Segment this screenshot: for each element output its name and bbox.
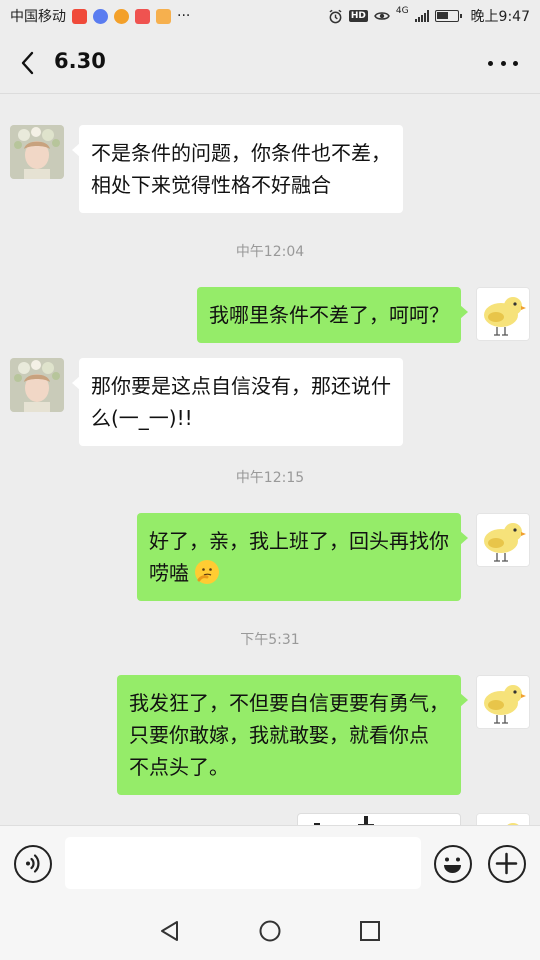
message-timestamp: 下午5:31 (240, 632, 300, 648)
contact-avatar[interactable] (10, 125, 64, 179)
chat-header: 6.30 (0, 32, 540, 94)
nav-back-icon (161, 921, 178, 941)
battery-icon (434, 10, 462, 22)
status-bar: 中国移动 ··· HD 4G 晚上9:47 (0, 0, 540, 32)
chick-avatar-icon (477, 814, 529, 825)
chick-avatar-icon (477, 288, 529, 340)
contact-avatar-image (10, 125, 64, 179)
system-navigation-bar (0, 900, 540, 960)
message-text-line: 唠嗑 (149, 561, 189, 585)
message-text-line: 那你要是这点自信没有，那还说什 (91, 374, 391, 398)
hd-badge: HD (348, 10, 368, 22)
status-right: HD 4G 晚上9:47 (328, 6, 530, 26)
thinking-face-icon (196, 561, 219, 583)
plus-icon (495, 852, 518, 875)
message-text-line-with-emoji: 唠嗑 (149, 557, 449, 589)
status-left: 中国移动 ··· (10, 6, 190, 26)
status-time: 晚上9:47 (470, 9, 530, 25)
my-avatar[interactable] (476, 513, 530, 567)
message-text-line: 只要你敢嫁，我就敢娶，就看你点 (129, 723, 429, 747)
more-button[interactable] (488, 50, 518, 76)
back-button[interactable] (14, 48, 44, 78)
emoji-button[interactable] (434, 845, 472, 883)
message-text-line: 我哪里条件不差了，呵呵？ (209, 303, 449, 327)
message-bubble-received[interactable]: 不是条件的问题，你条件也不差， 相处下来觉得性格不好融合 (72, 125, 403, 213)
message-text-line: 相处下来觉得性格不好融合 (91, 173, 331, 197)
voice-icon (26, 854, 40, 873)
more-horizontal-icon (488, 60, 493, 66)
message-text-line: 好了，亲，我上班了，回头再找你 (149, 529, 449, 553)
page-title: 6.30 (54, 49, 106, 73)
message-input[interactable] (65, 837, 421, 889)
message-text-line: 我发狂了，不但要自信更要有勇气， (129, 691, 449, 715)
my-avatar[interactable] (476, 287, 530, 341)
overflow-label: ··· (177, 8, 191, 24)
nav-back-button[interactable] (155, 916, 185, 946)
message-text-line: 么(一_一)!! (91, 406, 193, 430)
contact-avatar-image (10, 358, 64, 412)
my-avatar[interactable] (476, 675, 530, 729)
input-bar (0, 825, 540, 900)
message-bubble-sent[interactable]: 我发狂了，不但要自信更要有勇气， 只要你敢嫁，我就敢娶，就看你点 不点头了。 (117, 675, 468, 795)
app-notification-icon (114, 8, 129, 24)
more-horizontal-icon (513, 60, 518, 66)
message-bubble-sent[interactable]: 我哪里条件不差了，呵呵？ (197, 287, 468, 343)
network-type-label: 4G (395, 6, 409, 16)
chat-message-list[interactable]: 不是条件的问题，你条件也不差， 相处下来觉得性格不好融合 中午12:04 我哪里… (0, 95, 540, 825)
emoji-icon (444, 857, 461, 873)
voice-input-button[interactable] (14, 845, 52, 883)
app-notification-icon (93, 8, 108, 24)
eye-icon (374, 12, 390, 20)
nav-recent-button[interactable] (355, 916, 385, 946)
message-bubble-received[interactable]: 那你要是这点自信没有，那还说什 么(一_一)!! (72, 358, 403, 446)
message-text-line: 不点头了。 (129, 755, 229, 779)
message-bubble-sent[interactable]: 好了，亲，我上班了，回头再找你 唠嗑 (137, 513, 468, 601)
app-notification-icon (156, 8, 171, 24)
chick-avatar-icon (477, 514, 529, 566)
nav-home-button[interactable] (255, 916, 285, 946)
image-message-preview[interactable] (297, 813, 461, 825)
more-horizontal-icon (500, 60, 506, 66)
nav-home-icon (259, 920, 281, 942)
signal-icon (414, 10, 429, 22)
thinking-face-emoji-icon (195, 560, 220, 584)
my-avatar[interactable] (476, 813, 530, 825)
nav-recent-icon (360, 921, 380, 941)
message-timestamp: 中午12:15 (235, 470, 305, 486)
app-notification-icon (72, 8, 87, 24)
alarm-icon (329, 9, 342, 23)
contact-avatar[interactable] (10, 358, 64, 412)
chick-avatar-icon (477, 676, 529, 728)
message-timestamp: 中午12:04 (235, 244, 305, 260)
chevron-left-icon (21, 51, 34, 75)
more-functions-button[interactable] (488, 845, 526, 883)
message-text-line: 不是条件的问题，你条件也不差， (91, 141, 391, 165)
app-notification-icon (135, 8, 150, 24)
carrier-label: 中国移动 (10, 9, 66, 25)
image-thumbnail-icon (314, 816, 374, 825)
